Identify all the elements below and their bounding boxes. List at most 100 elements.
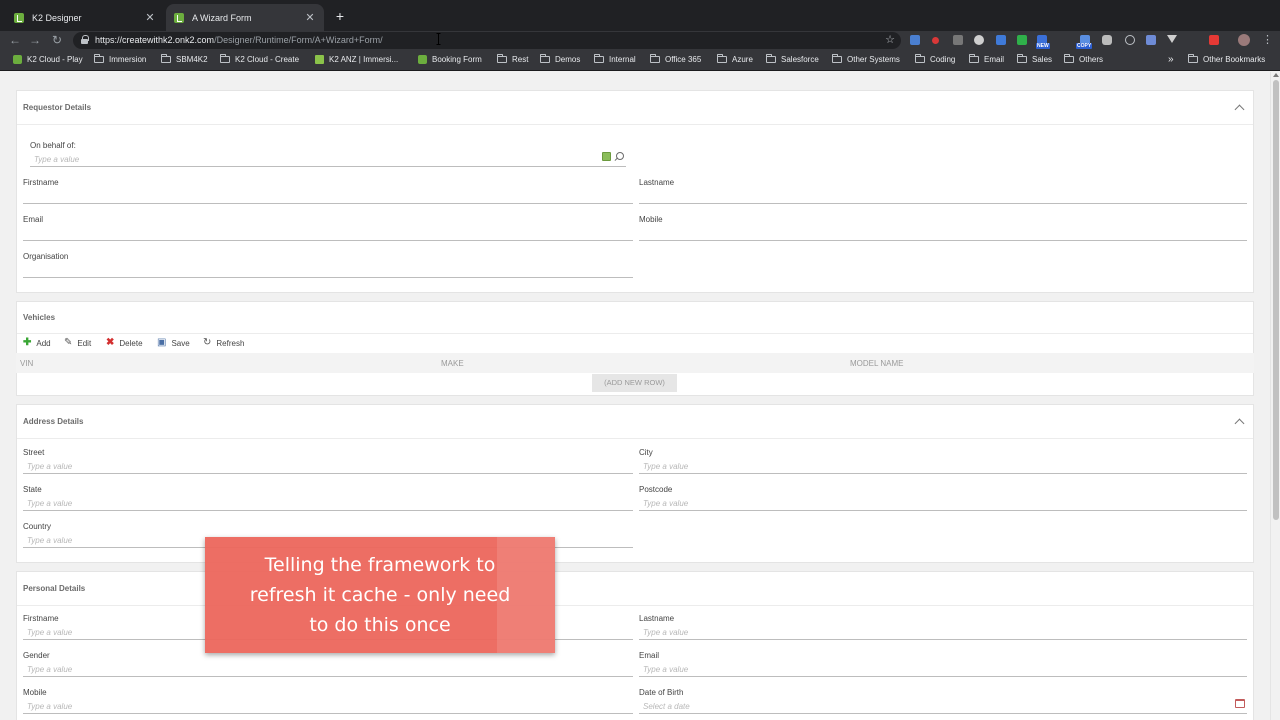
requestor-details-panel: Requestor Details On behalf of: Type a v… [16, 90, 1254, 293]
bookmark-folder[interactable]: K2 Cloud - Create [220, 54, 299, 64]
tab-a-wizard-form[interactable]: A Wizard Form ✕ [166, 4, 324, 31]
address-bar[interactable]: https://createwithk2.onk2.com/Designer/R… [73, 32, 901, 49]
save-button[interactable]: ▣ Save [157, 338, 190, 348]
date-of-birth-picker[interactable]: Select a date [639, 699, 1247, 714]
city-field[interactable]: Type a value [639, 462, 1247, 474]
organisation-field[interactable] [23, 266, 633, 278]
bookmark-label: Other Systems [847, 55, 900, 64]
on-behalf-label: On behalf of: [30, 141, 76, 150]
column-header-make[interactable]: MAKE [441, 359, 464, 368]
folder-icon [915, 54, 925, 63]
bookmark-folder[interactable]: Azure [717, 54, 753, 64]
extension-icon[interactable] [1209, 35, 1219, 45]
delete-button[interactable]: ✖ Delete [106, 338, 143, 348]
folder-icon [94, 54, 104, 63]
reload-button[interactable]: ↻ [50, 32, 64, 48]
lastname-field[interactable] [639, 192, 1247, 204]
extension-icon[interactable] [1017, 35, 1027, 45]
extension-icon[interactable] [953, 35, 963, 45]
new-tab-button[interactable]: + [333, 8, 347, 24]
bookmark-item[interactable]: K2 ANZ | Immersi... [315, 55, 398, 64]
scroll-thumb[interactable] [1273, 80, 1279, 520]
bookmark-folder[interactable]: Other Systems [832, 54, 900, 64]
tab-k2-designer[interactable]: K2 Designer ✕ [6, 4, 164, 31]
bookmark-folder[interactable]: Rest [497, 54, 528, 64]
bookmark-label: K2 Cloud - Play [27, 55, 83, 64]
bookmark-folder[interactable]: SBM4K2 [161, 54, 208, 64]
tab-close-icon[interactable]: ✕ [304, 11, 316, 24]
lock-icon [81, 35, 89, 44]
extension-icon[interactable] [996, 35, 1006, 45]
folder-icon [969, 54, 979, 63]
calendar-icon[interactable] [1235, 699, 1245, 708]
extension-icon[interactable] [974, 35, 984, 45]
search-icon[interactable] [615, 152, 624, 161]
bookmark-folder[interactable]: Salesforce [766, 54, 819, 64]
browser-toolbar: ← → ↻ https://createwithk2.onk2.com/Desi… [0, 31, 1280, 50]
camera-icon[interactable] [1102, 35, 1112, 45]
bookmark-folder[interactable]: Office 365 [650, 54, 701, 64]
scroll-up-arrow-icon[interactable] [1273, 73, 1279, 77]
browser-menu-icon[interactable]: ⋮ [1262, 32, 1273, 48]
add-button[interactable]: ✚ Add [23, 338, 51, 348]
collapse-chevron-icon[interactable] [1234, 418, 1245, 429]
bookmark-label: K2 ANZ | Immersi... [329, 55, 399, 64]
bookmark-folder[interactable]: Immersion [94, 54, 147, 64]
folder-icon [650, 54, 660, 63]
tab-close-icon[interactable]: ✕ [144, 11, 156, 24]
postcode-label: Postcode [639, 485, 673, 494]
placeholder: Type a value [643, 665, 689, 674]
bookmark-label: Internal [609, 55, 636, 64]
column-header-vin[interactable]: VIN [20, 359, 33, 368]
bookmarks-bar: K2 Cloud - Play Immersion SBM4K2 K2 Clou… [0, 50, 1280, 71]
add-new-row-button[interactable]: (ADD NEW ROW) [592, 374, 677, 392]
bookmark-folder[interactable]: Sales [1017, 54, 1052, 64]
refresh-button[interactable]: ↻ Refresh [203, 338, 244, 348]
divider [17, 605, 1253, 606]
divider [17, 124, 1253, 125]
bookmark-folder[interactable]: Coding [915, 54, 955, 64]
bookmark-item[interactable]: Booking Form [418, 55, 482, 64]
other-bookmarks-folder[interactable]: Other Bookmarks [1188, 54, 1265, 64]
copy-badge: COPY [1076, 43, 1093, 49]
mobile-field[interactable]: Type a value [23, 702, 633, 714]
firstname-field[interactable] [23, 192, 633, 204]
bookmark-folder[interactable]: Demos [540, 54, 581, 64]
street-field[interactable]: Type a value [23, 462, 633, 474]
bookmark-label: Immersion [109, 55, 147, 64]
extension-icon[interactable] [910, 35, 920, 45]
bookmark-folder[interactable]: Others [1064, 54, 1103, 64]
vue-devtools-icon[interactable] [1167, 35, 1177, 43]
page-scrollbar[interactable] [1270, 72, 1280, 720]
column-header-model-name[interactable]: MODEL NAME [850, 359, 904, 368]
collapse-chevron-icon[interactable] [1234, 104, 1245, 115]
lastname-field[interactable]: Type a value [639, 628, 1247, 640]
bookmark-label: Demos [555, 55, 581, 64]
email-field[interactable]: Type a value [639, 665, 1247, 677]
mobile-field[interactable] [639, 229, 1247, 241]
on-behalf-picker[interactable]: Type a value [30, 152, 626, 167]
profile-avatar[interactable] [1238, 34, 1250, 46]
postcode-field[interactable]: Type a value [639, 499, 1247, 511]
placeholder: Type a value [27, 628, 73, 637]
email-field[interactable] [23, 229, 633, 241]
city-label: City [639, 448, 653, 457]
function-icon[interactable] [1125, 35, 1135, 45]
bookmark-folder[interactable]: Email [969, 54, 1004, 64]
forward-button[interactable]: → [28, 32, 42, 48]
bookmarks-overflow-button[interactable]: » [1168, 54, 1174, 65]
bookmark-star-icon[interactable]: ☆ [885, 33, 895, 47]
gender-field[interactable]: Type a value [23, 665, 633, 677]
bookmark-item[interactable]: K2 Cloud - Play [13, 55, 83, 64]
back-button[interactable]: ← [8, 32, 22, 48]
bookmark-label: Booking Form [432, 55, 482, 64]
people-picker-icon[interactable] [602, 152, 611, 161]
edit-button[interactable]: ✎ Edit [64, 338, 91, 348]
state-field[interactable]: Type a value [23, 499, 633, 511]
bookmark-label: SBM4K2 [176, 55, 208, 64]
bookmark-folder[interactable]: Internal [594, 54, 636, 64]
state-label: State [23, 485, 42, 494]
extension-icon[interactable] [1146, 35, 1156, 45]
extension-icon[interactable] [932, 37, 939, 44]
placeholder: Type a value [27, 665, 73, 674]
